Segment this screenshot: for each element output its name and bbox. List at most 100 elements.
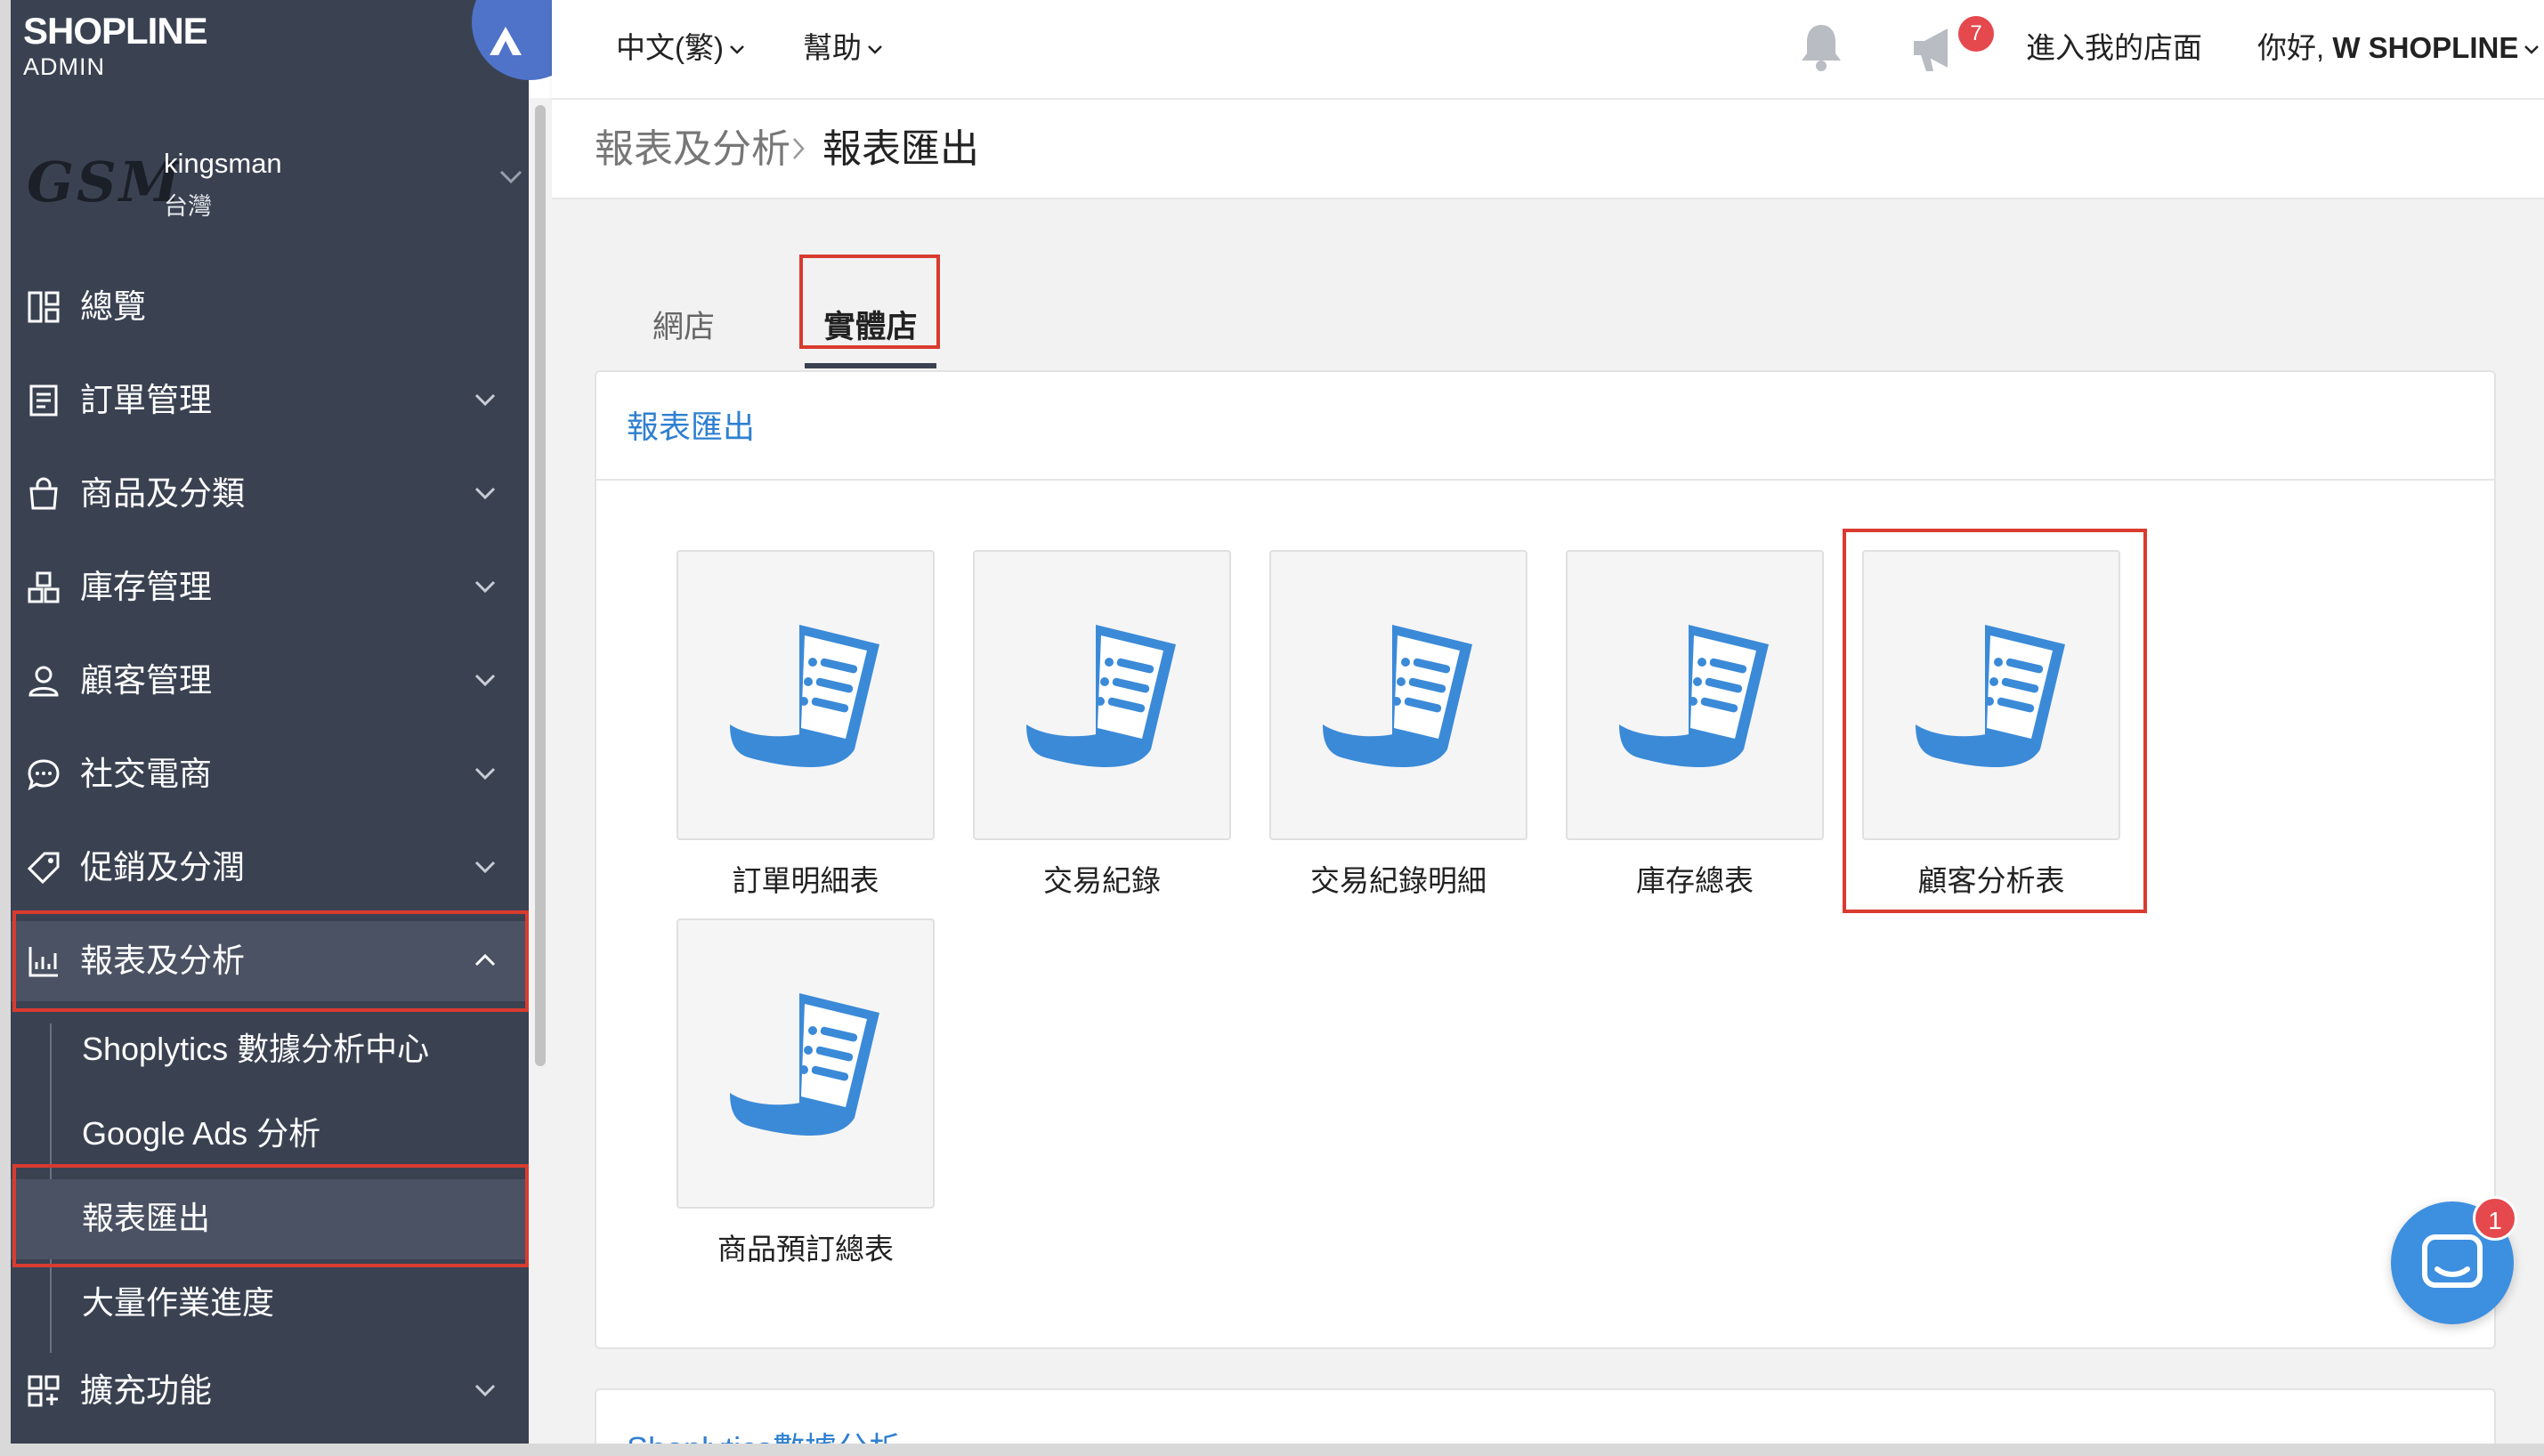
sidebar-subitem-bulk-progress[interactable]: 大量作業進度: [11, 1264, 529, 1344]
sidebar-scrollbar-thumb[interactable]: [535, 105, 546, 1066]
report-document-icon: [1026, 625, 1176, 767]
sidebar-item-label: 庫存管理: [80, 569, 212, 605]
store-logo: GSM: [27, 150, 183, 214]
chevron-down-icon: [474, 580, 496, 594]
section-title: 報表匯出: [627, 408, 756, 445]
sidebar-subitem-shoplytics[interactable]: Shoplytics 數據分析中心: [11, 1010, 529, 1090]
user-menu[interactable]: 你好, W SHOPLINE: [2257, 30, 2540, 66]
chevron-down-icon: [2524, 45, 2540, 55]
report-tile[interactable]: [677, 550, 935, 840]
sidebar-item-label: 訂單管理: [80, 382, 212, 418]
report-label: 訂單明細表: [732, 864, 879, 897]
breadcrumb: 報表及分析 報表匯出: [552, 100, 2544, 199]
sidebar-item-reports[interactable]: 報表及分析: [11, 921, 529, 1001]
chevron-down-icon: [474, 861, 496, 874]
help-menu-label: 幫助: [803, 31, 862, 64]
report-tile[interactable]: [973, 550, 1231, 840]
apps-icon: [28, 1375, 60, 1407]
chevron-down-icon: [474, 393, 496, 407]
inventory-icon: [28, 571, 60, 603]
dashboard-icon: [28, 291, 60, 323]
sidebar-item-products[interactable]: 商品及分類: [11, 454, 529, 534]
card-header: 報表匯出: [596, 372, 2494, 481]
sidebar-item-label: 顧客管理: [80, 662, 212, 699]
chart-icon: [28, 947, 58, 977]
report-transactions[interactable]: 交易紀錄: [973, 550, 1231, 899]
window-frame-bottom: [0, 1444, 2544, 1456]
sidebar-item-inventory[interactable]: 庫存管理: [11, 547, 529, 627]
report-document-icon: [1619, 625, 1769, 767]
report-customer-analysis[interactable]: 顧客分析表: [1862, 550, 2120, 899]
sidebar-item-social-commerce[interactable]: 社交電商: [11, 734, 529, 814]
main-content: 報表及分析 報表匯出 網店 實體店 報表匯出 訂單明細表 交易紀錄 交易紀錄明細…: [552, 100, 2544, 1456]
report-document-icon: [730, 625, 879, 767]
shopping-bag-icon: [29, 477, 58, 510]
sidebar-item-extensions[interactable]: 擴充功能: [11, 1351, 529, 1431]
chevron-down-icon: [868, 45, 882, 55]
sidebar-item-label: 社交電商: [80, 756, 212, 792]
active-tab-indicator: [805, 363, 936, 368]
sidebar-item-label: 總覽: [80, 288, 146, 325]
sidebar-item-label: 促銷及分潤: [80, 849, 245, 886]
language-selector[interactable]: 中文(繁): [616, 30, 745, 66]
breadcrumb-parent[interactable]: 報表及分析: [595, 126, 790, 173]
chevron-up-icon: [474, 953, 496, 967]
chat-bubble-icon: [28, 759, 60, 791]
chevron-down-icon: [474, 487, 496, 500]
store-name: kingsman: [164, 148, 282, 179]
report-label: 交易紀錄: [1043, 864, 1161, 897]
tab-online-store[interactable]: 網店: [630, 278, 737, 377]
report-document-icon: [1323, 625, 1472, 767]
sidebar-item-promotions[interactable]: 促銷及分潤: [11, 828, 529, 908]
chat-icon: [2422, 1234, 2483, 1288]
user-greeting: 你好,: [2257, 31, 2333, 64]
chevron-right-icon: [793, 138, 805, 159]
report-document-icon: [730, 993, 879, 1136]
report-preorder-summary[interactable]: 商品預訂總表: [677, 918, 935, 1267]
app-window: SHOPLINE ADMIN GSM kingsman 台灣 總覽 訂單管理 商…: [0, 0, 2544, 1456]
store-switcher[interactable]: GSM kingsman 台灣: [11, 133, 529, 231]
sidebar-subitem-label: 大量作業進度: [82, 1284, 275, 1321]
report-inventory-summary[interactable]: 庫存總表: [1566, 550, 1824, 899]
language-selector-label: 中文(繁): [616, 31, 724, 64]
bell-icon[interactable]: [1796, 21, 1846, 75]
store-region: 台灣: [164, 193, 212, 220]
help-menu[interactable]: 幫助: [803, 30, 883, 66]
sidebar-item-label: 擴充功能: [80, 1372, 212, 1409]
sidebar-item-orders[interactable]: 訂單管理: [11, 360, 529, 441]
chevron-down-icon: [474, 674, 496, 687]
report-tile[interactable]: [1566, 550, 1824, 840]
report-tile[interactable]: [1862, 550, 2120, 840]
customer-icon: [28, 666, 59, 697]
sidebar-subitem-report-export[interactable]: 報表匯出: [11, 1179, 529, 1259]
brand-logo[interactable]: SHOPLINE ADMIN: [23, 10, 208, 81]
report-label: 交易紀錄明細: [1310, 864, 1487, 897]
report-label: 顧客分析表: [1917, 864, 2065, 897]
sidebar-item-overview[interactable]: 總覽: [11, 267, 529, 347]
brand-logo-text: SHOPLINE: [23, 10, 208, 52]
report-label: 商品預訂總表: [717, 1233, 894, 1266]
chevron-down-icon: [730, 45, 744, 55]
report-label: 庫存總表: [1636, 864, 1754, 897]
sidebar-item-label: 報表及分析: [80, 942, 245, 979]
sidebar-item-label: 商品及分類: [80, 475, 245, 512]
report-document-icon: [1916, 625, 2065, 767]
tag-icon: [27, 852, 60, 885]
report-order-details[interactable]: 訂單明細表: [677, 550, 935, 899]
chat-unread-badge: 1: [2473, 1196, 2517, 1241]
top-bar: 中文(繁) 幫助 7 進入我的店面 你好, W SHOPLINE: [552, 0, 2544, 100]
sidebar-subitem-google-ads[interactable]: Google Ads 分析: [11, 1095, 529, 1175]
sidebar-subitem-label: Shoplytics 數據分析中心: [82, 1031, 430, 1067]
chevron-down-icon: [474, 767, 496, 781]
chevron-down-icon: [474, 1384, 496, 1397]
report-tile[interactable]: [1269, 550, 1527, 840]
report-tile[interactable]: [677, 918, 935, 1209]
brand-logo-subtitle: ADMIN: [23, 53, 105, 80]
megaphone-icon[interactable]: [1908, 23, 1965, 75]
report-transaction-details[interactable]: 交易紀錄明細: [1269, 550, 1527, 899]
enter-store-link[interactable]: 進入我的店面: [2026, 30, 2202, 66]
sidebar-item-customers[interactable]: 顧客管理: [11, 641, 529, 721]
sidebar: SHOPLINE ADMIN GSM kingsman 台灣 總覽 訂單管理 商…: [11, 0, 587, 1456]
chevron-down-icon: [499, 170, 523, 184]
user-name: W SHOPLINE: [2332, 31, 2519, 64]
